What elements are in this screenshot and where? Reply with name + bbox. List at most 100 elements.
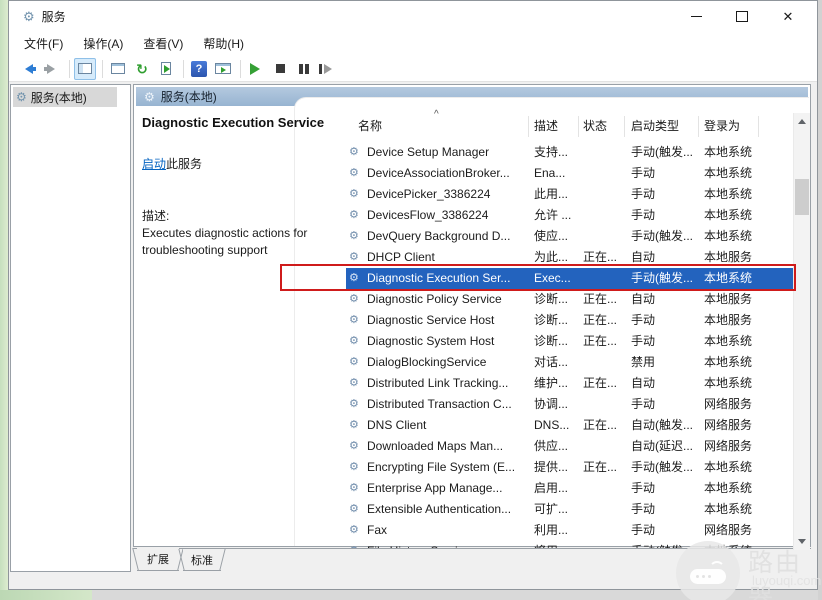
scroll-down-button[interactable] (794, 534, 810, 550)
cell-startup-type: 自动 (631, 292, 656, 306)
cell-status: 正在... (583, 376, 618, 390)
column-separator[interactable] (624, 116, 625, 137)
cell-description: 启用... (534, 481, 569, 495)
menubar: 文件(F) 操作(A) 查看(V) 帮助(H) (9, 31, 817, 57)
minimize-icon (690, 15, 702, 17)
table-row[interactable]: ⚙ Device Setup Manager 支持... 手动(触发... 本地系统 (346, 142, 794, 163)
column-separator[interactable] (758, 116, 759, 137)
menu-action[interactable]: 操作(A) (74, 35, 132, 52)
description-label: 描述: (142, 209, 170, 223)
refresh-button[interactable]: ↻ (131, 58, 153, 80)
cell-startup-type: 手动(触发... (631, 229, 693, 243)
cell-logon-as: 本地系统 (704, 208, 753, 222)
export-list-button[interactable] (155, 58, 177, 80)
tree-item-services-local[interactable]: ⚙ 服务(本地) (13, 87, 117, 107)
cell-logon-as: 本地系统 (704, 145, 753, 159)
show-console-tree-button[interactable] (74, 57, 96, 80)
table-row[interactable]: ⚙ Distributed Link Tracking... 维护... 正在... 自… (346, 373, 794, 394)
table-row[interactable]: ⚙ Diagnostic Policy Service 诊断... 正在... 自动 本地… (346, 289, 794, 310)
table-row[interactable]: ⚙ File History Service将用... 手动(触发本地系统 (346, 541, 794, 548)
cell-status: 正在... (583, 313, 618, 327)
table-row[interactable]: ⚙ Extensible Authentication... 可扩... 手动 本地系统 (346, 499, 794, 520)
tab-extended[interactable]: 扩展 (137, 548, 179, 571)
back-arrow-icon (25, 63, 36, 74)
table-row[interactable]: ⚙ Enterprise App Manage... 启用... 手动 本地系统 (346, 478, 794, 499)
pause-service-button[interactable] (293, 58, 315, 80)
table-row-selected[interactable]: ⚙ Diagnostic Execution Ser... Exec... 手动(触发… (346, 268, 794, 289)
table-row[interactable]: ⚙ Encrypting File System (E... 提供... 正在... 手… (346, 457, 794, 478)
table-row[interactable]: ⚙ Diagnostic Service Host 诊断... 正在... 手动 本地服务 (346, 310, 794, 331)
cell-logon-as: 本地系统 (704, 541, 790, 548)
table-row[interactable]: ⚙ DialogBlockingService 对话... 禁用 本地系统 (346, 352, 794, 373)
service-gear-icon: ⚙ (349, 251, 359, 263)
table-row[interactable]: ⚙ DeviceAssociationBroker... Ena... 手动 本地系统 (346, 163, 794, 184)
extended-view-button[interactable] (212, 58, 234, 80)
tab-bar-line (133, 548, 811, 549)
cell-logon-as: 本地服务 (704, 292, 753, 306)
cell-startup-type: 手动 (631, 166, 656, 180)
restart-service-button[interactable] (317, 58, 339, 80)
table-row[interactable]: ⚙ DevicePicker_3386224 此用... 手动 本地系统 (346, 184, 794, 205)
column-header-logon-as[interactable]: 登录为 (704, 115, 740, 137)
table-row[interactable]: ⚙ DevQuery Background D... 使应... 手动(触发... 本地… (346, 226, 794, 247)
cell-startup-type: 手动 (631, 334, 656, 348)
toolbar-separator (183, 59, 184, 78)
cell-description: 使应... (534, 229, 569, 243)
column-header-status[interactable]: 状态 (583, 115, 607, 137)
column-header-name[interactable]: 名称 (358, 115, 382, 137)
table-row[interactable]: ⚙ Distributed Transaction C... 协调... 手动 网络服务 (346, 394, 794, 415)
column-header-description[interactable]: 描述 (534, 115, 558, 137)
sort-ascending-icon[interactable]: ^ (434, 109, 439, 120)
cell-description: 支持... (534, 145, 569, 159)
start-service-suffix: 此服务 (166, 157, 203, 171)
cell-startup-type: 手动 (631, 397, 656, 411)
column-separator[interactable] (528, 116, 529, 137)
toolbar-separator (102, 59, 103, 78)
cell-description: 此用... (534, 187, 569, 201)
panel-header-title: 服务(本地) (160, 90, 217, 104)
properties-icon (111, 63, 125, 74)
forward-button[interactable] (41, 58, 63, 80)
table-row[interactable]: ⚙ Fax 利用... 手动 网络服务 (346, 520, 794, 541)
scroll-up-button[interactable] (794, 113, 810, 129)
cell-startup-type: 自动 (631, 376, 656, 390)
cell-logon-as: 网络服务 (704, 523, 753, 537)
vertical-scrollbar[interactable] (793, 113, 810, 550)
titlebar[interactable]: ⚙ 服务 ✕ (9, 1, 817, 31)
services-gear-icon: ⚙ (16, 90, 27, 104)
table-row[interactable]: ⚙ DHCP Client 为此... 正在... 自动 本地服务 (346, 247, 794, 268)
minimize-button[interactable] (673, 1, 719, 31)
back-button[interactable] (17, 58, 39, 80)
menu-view[interactable]: 查看(V) (134, 35, 192, 52)
tab-standard-label: 标准 (191, 554, 213, 567)
scrollbar-thumb[interactable] (795, 179, 809, 215)
maximize-button[interactable] (719, 1, 765, 31)
cell-logon-as: 本地服务 (704, 250, 753, 264)
cell-logon-as: 本地系统 (704, 187, 753, 201)
table-row[interactable]: ⚙ Downloaded Maps Man... 供应... 自动(延迟... 网络服务 (346, 436, 794, 457)
desktop-background-right (818, 0, 822, 600)
scroll-up-icon (798, 115, 806, 124)
cell-description: 协调... (534, 397, 569, 411)
menu-file[interactable]: 文件(F) (15, 35, 72, 52)
column-header-startup-type[interactable]: 启动类型 (631, 115, 679, 137)
cell-description: 诊断... (534, 313, 569, 327)
cell-description: 维护... (534, 376, 569, 390)
column-separator[interactable] (698, 116, 699, 137)
close-button[interactable]: ✕ (765, 1, 811, 31)
app-gear-icon: ⚙ (23, 8, 35, 24)
start-service-link[interactable]: 启动 (142, 157, 166, 171)
service-gear-icon: ⚙ (349, 209, 359, 221)
help-button[interactable]: ? (188, 58, 210, 80)
cell-logon-as: 本地系统 (704, 502, 753, 516)
table-row[interactable]: ⚙ DevicesFlow_3386224 允许 ... 手动 本地系统 (346, 205, 794, 226)
start-service-button[interactable] (245, 58, 267, 80)
table-row[interactable]: ⚙ Diagnostic System Host 诊断... 正在... 手动 本地系统 (346, 331, 794, 352)
stop-service-button[interactable] (269, 58, 291, 80)
table-row[interactable]: ⚙ DNS Client DNS... 正在... 自动(触发... 网络服务 (346, 415, 794, 436)
cell-logon-as: 本地系统 (704, 271, 753, 285)
menu-help[interactable]: 帮助(H) (194, 35, 253, 52)
column-separator[interactable] (578, 116, 579, 137)
properties-button[interactable] (107, 58, 129, 80)
tab-standard[interactable]: 标准 (183, 549, 221, 571)
